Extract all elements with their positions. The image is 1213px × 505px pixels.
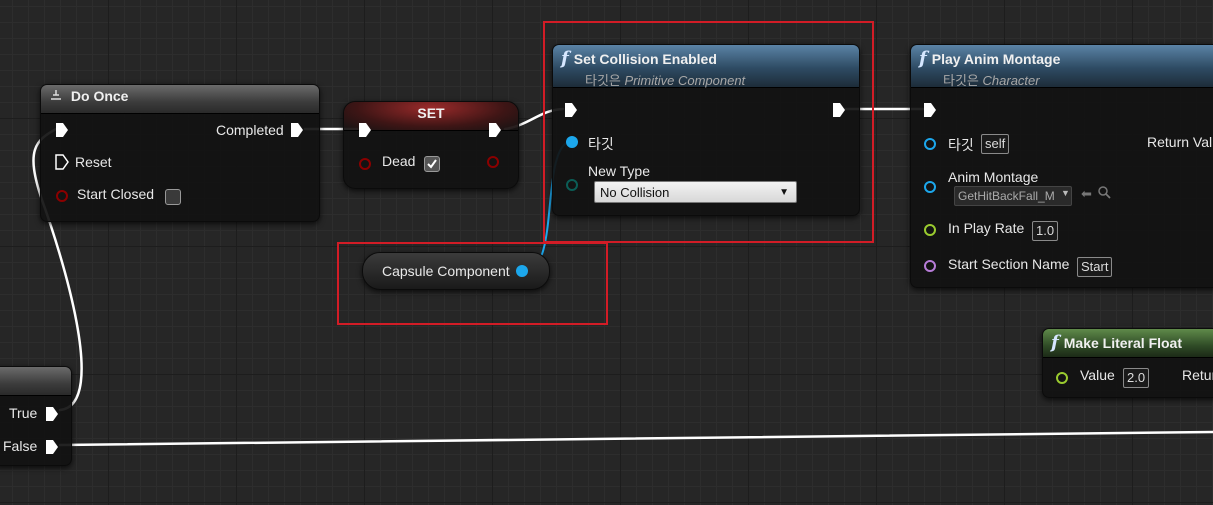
make-literal-float-header: f Make Literal Float [1043, 329, 1213, 358]
highlight-box-set-collision [543, 21, 874, 243]
do-once-reset-label: Reset [75, 154, 112, 170]
play-montage-anim-pin[interactable] [924, 181, 936, 193]
play-anim-montage-node[interactable]: f Play Anim Montage 타깃은 Character 타깃 self… [910, 44, 1213, 288]
anim-montage-select-value: GetHitBackFall_M [958, 189, 1055, 203]
set-dead-label: Dead [382, 153, 416, 169]
set-dead-out-pin[interactable] [487, 156, 499, 168]
do-once-start-closed-checkbox[interactable] [165, 189, 181, 205]
do-once-completed-label: Completed [216, 122, 284, 138]
make-literal-float-value-pin[interactable] [1056, 372, 1068, 384]
search-icon[interactable] [1097, 185, 1111, 204]
make-literal-float-node[interactable]: f Make Literal Float Value 2.0 Retur [1042, 328, 1213, 398]
play-montage-rate-label: In Play Rate [948, 220, 1025, 236]
play-montage-anim-label: Anim Montage [948, 169, 1039, 185]
play-montage-target-pin[interactable] [924, 138, 936, 150]
play-montage-rate-pin[interactable] [924, 224, 936, 236]
play-montage-header: f Play Anim Montage 타깃은 Character [911, 45, 1213, 88]
branch-true-label: True [9, 405, 38, 421]
do-once-start-closed-pin[interactable] [56, 190, 68, 202]
do-once-node[interactable]: Do Once Completed Reset Start Closed [40, 84, 320, 222]
set-title: SET [417, 105, 445, 121]
branch-false-label: False [3, 438, 38, 454]
set-dead-checkbox[interactable] [424, 156, 440, 172]
make-literal-float-value[interactable]: 2.0 [1123, 368, 1150, 388]
do-once-start-closed-label: Start Closed [77, 186, 155, 202]
branch-node[interactable]: True False [0, 366, 72, 466]
set-dead-pin[interactable] [359, 158, 371, 170]
function-icon: f [1051, 332, 1059, 353]
play-montage-subtitle: 타깃은 Character [943, 73, 1040, 88]
play-montage-section-label: Start Section Name [948, 256, 1070, 272]
do-once-header: Do Once [41, 85, 319, 114]
play-montage-title: Play Anim Montage [931, 51, 1061, 67]
play-montage-return-label: Return Val [1147, 134, 1213, 150]
set-node[interactable]: SET Dead [343, 101, 519, 189]
play-montage-target-label: 타깃 [948, 137, 974, 153]
play-montage-section-pin[interactable] [924, 260, 936, 272]
do-once-icon [49, 88, 63, 104]
play-montage-rate-value[interactable]: 1.0 [1032, 221, 1059, 241]
make-literal-float-title: Make Literal Float [1063, 335, 1183, 351]
use-selected-icon[interactable]: ⬅ [1081, 186, 1092, 202]
anim-montage-select[interactable]: GetHitBackFall_M [954, 186, 1072, 206]
make-literal-float-return-label: Retur [1182, 367, 1213, 383]
wire-false-exec [58, 430, 1213, 447]
chevron-down-icon: ▼ [1061, 188, 1070, 198]
make-literal-float-value-label: Value [1080, 367, 1115, 383]
branch-header [0, 367, 71, 396]
play-montage-target-value[interactable]: self [981, 134, 1010, 154]
do-once-title: Do Once [70, 88, 129, 104]
highlight-box-capsule [337, 242, 608, 325]
function-icon: f [919, 48, 927, 69]
play-montage-section-value[interactable]: Start [1077, 257, 1113, 277]
